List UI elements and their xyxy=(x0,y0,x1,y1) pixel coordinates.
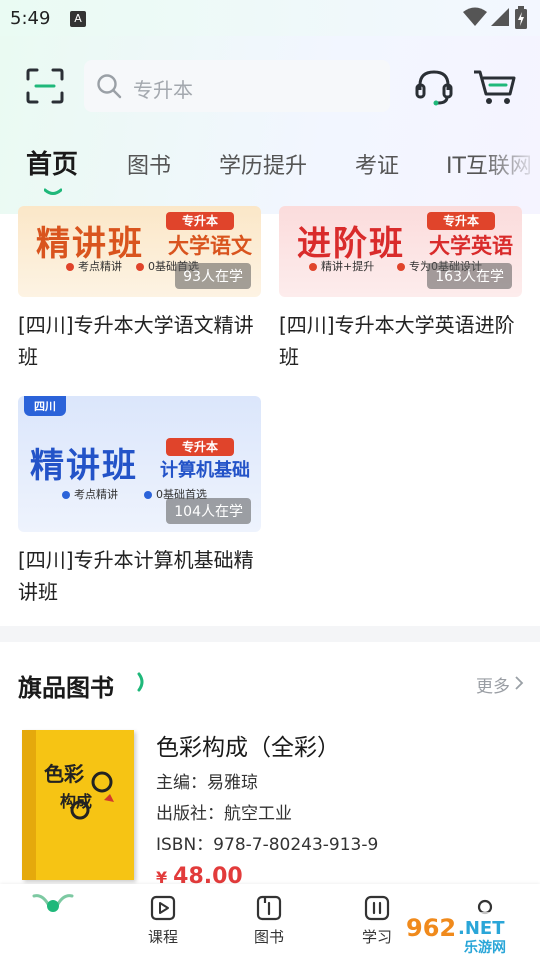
scan-icon[interactable] xyxy=(26,68,64,104)
course-banner: 四川 精讲班 专升本 计算机基础 考点精讲 0基础首选 104人在学 xyxy=(18,396,261,532)
book-icon xyxy=(256,895,282,921)
search-icon xyxy=(97,74,122,99)
feature-text: 精讲+提升 xyxy=(321,260,375,273)
learner-count: 104人在学 xyxy=(166,498,251,524)
tab-active-indicator xyxy=(44,188,62,195)
banner-tag: 专升本 xyxy=(166,438,234,456)
signal-icon xyxy=(491,8,509,26)
book-title[interactable]: 色彩构成（全彩） xyxy=(156,728,340,762)
bullet-icon xyxy=(62,491,70,499)
region-tag: 四川 xyxy=(24,396,66,416)
cart-icon[interactable] xyxy=(472,68,516,106)
feature-text: 考点精讲 xyxy=(74,488,118,501)
bullet-icon xyxy=(309,263,317,271)
course-card[interactable]: 四川 精讲班 专升本 计算机基础 考点精讲 0基础首选 104人在学 [四川]专… xyxy=(18,396,261,608)
watermark-logo-icon: 962 .NET 乐游网 xyxy=(400,912,532,956)
battery-icon xyxy=(515,6,527,29)
course-banner: 进阶班 专升本 大学英语 精讲+提升 专为0基础设计 163人在学 xyxy=(279,206,522,297)
cover-spine xyxy=(22,730,36,880)
chevron-right-icon[interactable] xyxy=(514,676,524,690)
banner-feature: 考点精讲 xyxy=(66,258,122,274)
learner-count: 163人在学 xyxy=(427,263,512,289)
banner-subject: 大学英语 xyxy=(429,234,513,258)
watermark-number: 962 xyxy=(406,914,456,942)
section-title: 旗品图书 xyxy=(18,674,114,702)
banner-subject: 计算机基础 xyxy=(160,460,250,481)
course-title[interactable]: [四川]专升本计算机基础精讲班 xyxy=(18,544,261,608)
search-input[interactable]: 专升本 xyxy=(133,74,193,103)
banner-feature: 考点精讲 xyxy=(62,486,118,502)
wifi-icon xyxy=(463,7,487,26)
banner-subject: 大学语文 xyxy=(168,234,252,258)
tab-fade xyxy=(480,142,540,192)
notification-icon: A xyxy=(70,11,86,27)
status-time: 5:49 xyxy=(10,8,51,29)
nav-label: 图书 xyxy=(253,928,284,946)
nav-books[interactable]: 图书 xyxy=(234,894,304,947)
customer-service-icon[interactable] xyxy=(414,68,454,106)
tab-home[interactable]: 首页 xyxy=(26,144,78,181)
watermark-domain: .NET xyxy=(458,918,505,939)
status-bar: 5:49 A xyxy=(0,0,540,36)
nav-course[interactable]: 课程 xyxy=(128,894,198,947)
course-card[interactable]: 精讲班 专升本 大学语文 考点精讲 0基础首选 93人在学 [四川]专升本大学语… xyxy=(18,206,261,373)
book-publisher: 出版社：航空工业 xyxy=(156,804,292,824)
bullet-icon xyxy=(66,263,74,271)
section-divider xyxy=(0,626,540,642)
nav-label: 课程 xyxy=(147,928,178,946)
play-icon xyxy=(150,895,176,921)
course-banner: 精讲班 专升本 大学语文 考点精讲 0基础首选 93人在学 xyxy=(18,206,261,297)
home-icon[interactable] xyxy=(30,888,76,918)
study-icon xyxy=(364,895,390,921)
tab-education[interactable]: 学历提升 xyxy=(219,148,307,180)
cover-subtitle: 构成 xyxy=(60,792,93,811)
learner-count: 93人在学 xyxy=(175,263,251,289)
cover-title: 色彩 xyxy=(44,762,84,786)
bullet-icon xyxy=(144,491,152,499)
course-title[interactable]: [四川]专升本大学英语进阶班 xyxy=(279,309,522,373)
more-link[interactable]: 更多 xyxy=(476,672,510,697)
bullet-icon xyxy=(397,263,405,271)
header: 专升本 首页 图书 学历提升 考证 IT互联网 xyxy=(0,36,540,214)
banner-tag: 专升本 xyxy=(427,212,495,230)
book-editor: 主编：易雅琼 xyxy=(156,773,258,793)
banner-tag: 专升本 xyxy=(166,212,234,230)
tab-books[interactable]: 图书 xyxy=(127,148,171,180)
tab-certificate[interactable]: 考证 xyxy=(355,148,399,180)
search-bar[interactable]: 专升本 xyxy=(84,60,390,112)
feature-text: 考点精讲 xyxy=(78,260,122,273)
banner-feature: 精讲+提升 xyxy=(309,258,374,274)
bullet-icon xyxy=(136,263,144,271)
book-cover[interactable]: 色彩 构成 xyxy=(22,730,134,880)
watermark-name: 乐游网 xyxy=(464,939,506,956)
section-mark-icon xyxy=(137,672,144,692)
book-isbn: ISBN：978-7-80243-913-9 xyxy=(156,835,379,855)
course-title[interactable]: [四川]专升本大学语文精讲班 xyxy=(18,309,261,373)
course-card[interactable]: 进阶班 专升本 大学英语 精讲+提升 专为0基础设计 163人在学 [四川]专升… xyxy=(279,206,522,373)
banner-class-type: 精讲班 xyxy=(30,446,138,486)
category-tabs: 首页 图书 学历提升 考证 IT互联网 xyxy=(0,142,540,195)
